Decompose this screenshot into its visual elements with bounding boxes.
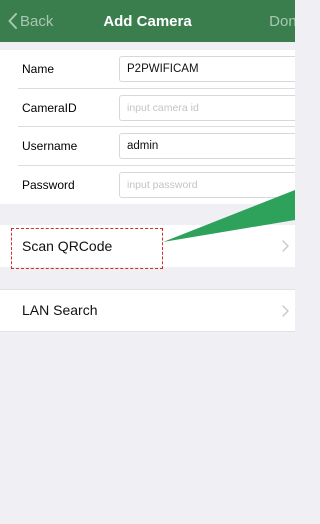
camera-id-row: CameraID bbox=[0, 89, 295, 127]
camera-form: Name CameraID Username Password bbox=[0, 50, 295, 204]
done-button[interactable]: Done bbox=[269, 0, 295, 42]
username-row: Username bbox=[0, 127, 295, 166]
password-row: Password bbox=[0, 166, 295, 205]
name-label: Name bbox=[22, 62, 55, 76]
chevron-right-icon bbox=[282, 289, 289, 332]
scan-qrcode-highlight bbox=[11, 228, 163, 269]
lan-search-label: LAN Search bbox=[22, 302, 98, 318]
name-row: Name bbox=[0, 50, 295, 89]
row-divider bbox=[0, 331, 295, 332]
lan-search-row[interactable]: LAN Search bbox=[0, 289, 295, 332]
password-field[interactable] bbox=[119, 171, 295, 198]
page-title: Add Camera bbox=[103, 12, 192, 30]
username-field[interactable] bbox=[119, 133, 295, 159]
name-field[interactable] bbox=[119, 56, 295, 82]
add-camera-screen: Back Add Camera Done Name CameraID Usern… bbox=[0, 0, 295, 524]
username-label: Username bbox=[22, 139, 78, 153]
password-label: Password bbox=[22, 177, 75, 192]
chevron-right-icon bbox=[282, 225, 289, 267]
camera-id-field[interactable] bbox=[119, 94, 295, 121]
navigation-bar: Back Add Camera Done bbox=[0, 0, 295, 42]
camera-id-label: CameraID bbox=[22, 100, 77, 115]
